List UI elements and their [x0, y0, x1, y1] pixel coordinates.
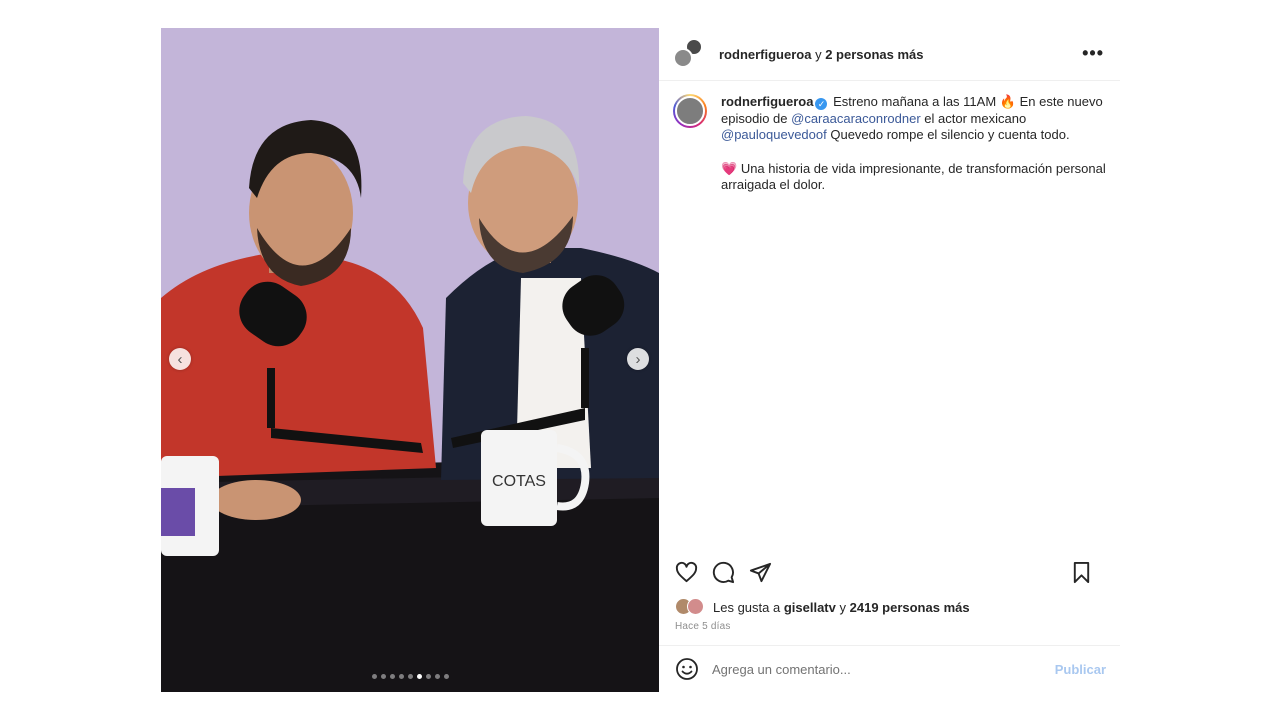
- likes-prefix: Les gusta a: [713, 599, 781, 615]
- send-icon: [749, 562, 771, 582]
- carousel-next-button[interactable]: ›: [627, 348, 649, 370]
- publish-button[interactable]: Publicar: [1055, 662, 1106, 677]
- comment-bar: Publicar: [659, 645, 1120, 692]
- caption-part3: el actor mexicano: [924, 110, 1027, 126]
- svg-text:COTAS: COTAS: [492, 473, 546, 490]
- heart-emoji: 💗: [721, 160, 738, 176]
- action-bar: [673, 558, 1105, 586]
- collab-avatars[interactable]: [673, 38, 705, 70]
- mug-left: [161, 456, 219, 556]
- emoji-smile-icon[interactable]: [675, 657, 699, 681]
- carousel-prev-button[interactable]: ‹: [169, 348, 191, 370]
- fire-emoji: 🔥: [999, 94, 1016, 109]
- caption-username[interactable]: rodnerfigueroa: [721, 94, 813, 109]
- avatar: [673, 48, 693, 68]
- caption-part4: Quevedo rompe el silencio y cuenta todo.: [830, 127, 1070, 142]
- likes-connector: y: [839, 599, 847, 615]
- more-horizontal-icon: •••: [1082, 43, 1104, 63]
- mention-link[interactable]: @pauloquevedoof: [721, 127, 827, 142]
- mention-link[interactable]: @caraacaraconrodner: [791, 111, 921, 126]
- comment-button[interactable]: [710, 559, 736, 585]
- carousel-dot: [425, 674, 431, 679]
- carousel-dot: [398, 674, 404, 679]
- carousel-dot: [389, 674, 395, 679]
- carousel-dot: [380, 674, 386, 679]
- post-photo: COTAS: [161, 28, 659, 692]
- carousel-dot: [371, 674, 377, 679]
- verified-badge-icon: ✓: [815, 98, 828, 110]
- post-timestamp[interactable]: Hace 5 días: [675, 621, 731, 632]
- heart-icon: [675, 561, 697, 582]
- header-connector: y: [815, 46, 822, 62]
- likes-count[interactable]: 2419 personas más: [850, 600, 970, 615]
- chevron-left-icon: ‹: [177, 350, 183, 368]
- post-caption: rodnerfigueroa ✓ Estreno mañana a las 11A…: [673, 94, 1113, 194]
- bookmark-icon: [1073, 561, 1089, 583]
- share-button[interactable]: [747, 559, 773, 585]
- carousel-dot: [407, 674, 413, 679]
- save-button[interactable]: [1068, 559, 1094, 585]
- caption-avatar[interactable]: [673, 94, 707, 128]
- post-side-panel: rodnerfigueroa y 2 personas más ••• rodn…: [659, 28, 1120, 692]
- caption-text: rodnerfigueroa ✓ Estreno mañana a las 11A…: [721, 94, 1113, 194]
- header-others[interactable]: 2 personas más: [825, 47, 923, 62]
- comment-input[interactable]: [712, 661, 1042, 677]
- chevron-right-icon: ›: [635, 350, 641, 368]
- caption-part5: Una historia de vida impresionante, de t…: [721, 160, 1106, 193]
- carousel-dot: [443, 674, 449, 679]
- likes-summary: Les gusta a gisellatv y 2419 personas má…: [675, 598, 970, 616]
- likers-avatars: [675, 598, 711, 616]
- liker-username[interactable]: gisellatv: [784, 600, 836, 615]
- caption-paragraph-2: 💗 Una historia de vida impresionante, de…: [721, 161, 1113, 194]
- more-options-button[interactable]: •••: [1082, 44, 1104, 62]
- like-button[interactable]: [673, 559, 699, 585]
- header-authors: rodnerfigueroa y 2 personas más: [719, 47, 924, 62]
- carousel-indicator: [161, 674, 659, 679]
- comment-icon: [712, 561, 734, 583]
- carousel-dot: [434, 674, 440, 679]
- carousel-dot: [416, 674, 422, 679]
- caption-part1: Estreno mañana a las 11AM: [833, 94, 997, 109]
- post-media[interactable]: COTAS ‹ ›: [161, 28, 659, 692]
- header-username[interactable]: rodnerfigueroa: [719, 47, 811, 62]
- post-header: rodnerfigueroa y 2 personas más •••: [659, 28, 1120, 81]
